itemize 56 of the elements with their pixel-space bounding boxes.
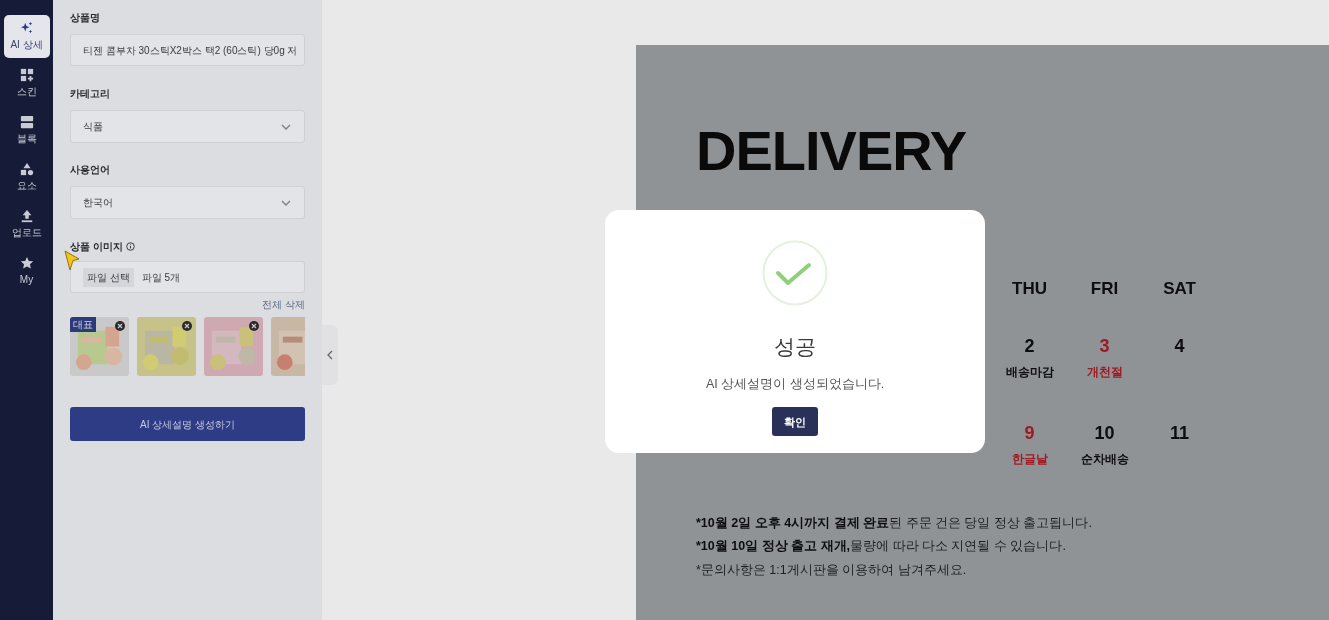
dialog-message: AI 상세설명이 생성되었습니다. — [705, 375, 885, 393]
close-icon — [117, 323, 123, 329]
product-name-field[interactable]: 티젠 콤부차 30스틱X2박스 택2 (60스틱) 당0g 저 — [70, 34, 305, 66]
field-label: 상품명 — [70, 11, 101, 25]
blocks-icon — [19, 115, 34, 129]
file-select-button[interactable]: 파일 선택 — [83, 267, 134, 287]
sidebar-item[interactable]: 스킨 — [3, 62, 50, 105]
calendar-note: 개천절 — [1086, 363, 1123, 381]
remove-image-button[interactable] — [182, 321, 192, 331]
calendar-note: 한글날 — [1011, 450, 1048, 468]
remove-image-button[interactable] — [115, 321, 125, 331]
grid-plus-icon — [19, 68, 34, 82]
sidebar-item[interactable]: 요소 — [3, 156, 50, 199]
notice-line: *10월 10일 정상 출고 재개,물량에 따라 다소 지연될 수 있습니다. — [696, 538, 1067, 556]
calendar-note: 순차배송 — [1080, 450, 1129, 468]
close-icon — [251, 323, 257, 329]
generate-button[interactable]: AI 상세설명 생성하기 — [70, 407, 305, 441]
field-label: 상품 이미지 — [70, 240, 123, 254]
calendar-day: 11 — [1170, 422, 1189, 443]
sidebar-item[interactable]: AI 상세 — [3, 15, 50, 58]
confirm-button[interactable]: 확인 — [772, 407, 818, 437]
main-image-badge: 대표 — [70, 317, 96, 332]
weekday-header: SAT — [1162, 278, 1197, 300]
category-select[interactable]: 식품 — [70, 110, 305, 143]
language-select[interactable]: 한국어 — [70, 186, 305, 219]
sparkle-icon — [19, 21, 34, 35]
check-circle-icon — [762, 240, 828, 306]
sidebar-item[interactable]: 업로드 — [3, 203, 50, 246]
calendar-note: 배송마감 — [1005, 363, 1054, 381]
sidebar-item[interactable]: 블록 — [3, 109, 50, 152]
collapse-panel-handle[interactable] — [322, 325, 338, 385]
remove-image-button[interactable] — [249, 321, 259, 331]
notice-title: DELIVERY — [696, 121, 967, 181]
calendar-day: 2 — [1024, 335, 1035, 356]
sidebar-item[interactable]: My — [3, 250, 50, 293]
upload-icon — [19, 209, 34, 223]
calendar-day: 9 — [1024, 422, 1035, 443]
field-label: 카테고리 — [70, 87, 111, 101]
calendar-day: 3 — [1099, 335, 1110, 356]
notice-line: *10월 2일 오후 4시까지 결제 완료된 주문 건은 당일 정상 출고됩니다. — [696, 514, 1093, 532]
star-icon — [19, 256, 34, 270]
notice-line: *문의사항은 1:1게시판을 이용하여 남겨주세요. — [696, 562, 968, 579]
file-count: 파일 5개 — [141, 270, 181, 285]
calendar-day: 10 — [1094, 422, 1115, 443]
cursor-icon — [64, 250, 80, 272]
info-icon — [125, 242, 135, 251]
dialog-title: 성공 — [774, 334, 816, 360]
weekday-header: THU — [1011, 278, 1048, 300]
chevron-left-icon — [326, 350, 334, 360]
weekday-header: FRI — [1089, 278, 1120, 300]
close-icon — [184, 323, 190, 329]
calendar-day: 4 — [1174, 335, 1185, 356]
field-label: 사용언어 — [70, 163, 111, 177]
delete-all-link[interactable]: 전체 삭제 — [262, 297, 305, 312]
shapes-icon — [19, 162, 34, 176]
file-input[interactable]: 파일 선택 파일 5개 — [70, 261, 305, 293]
